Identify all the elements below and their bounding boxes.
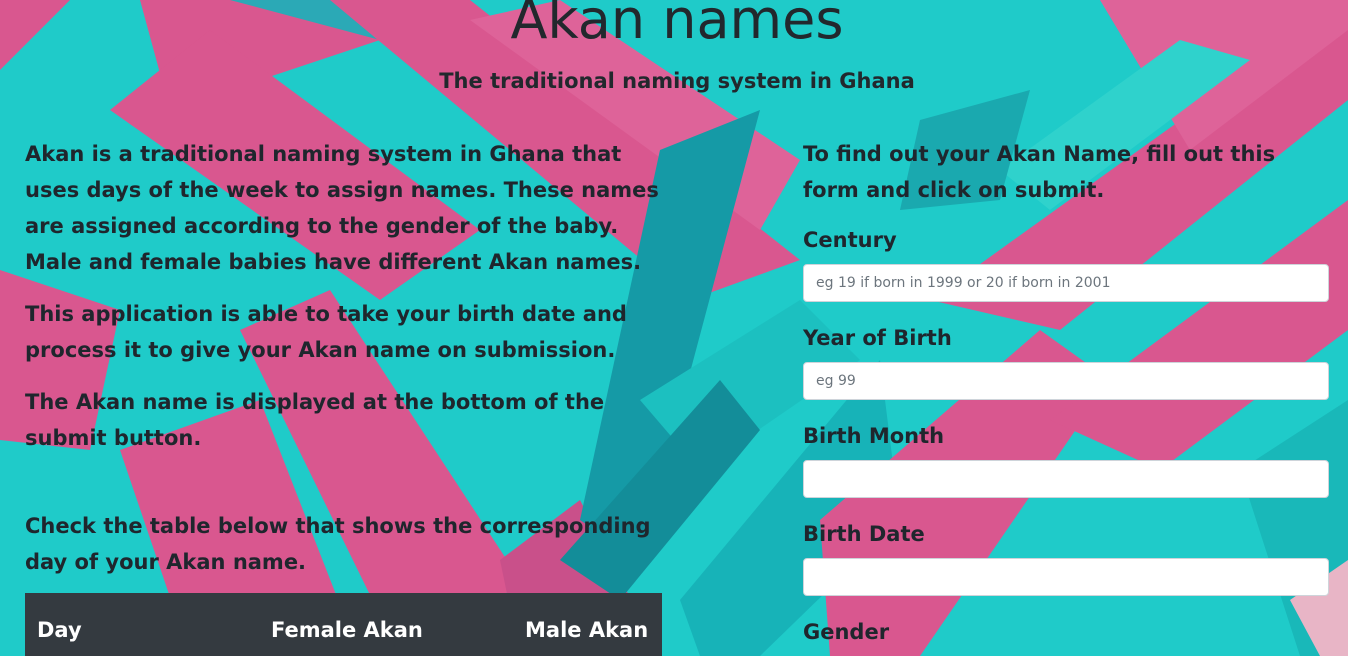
- gender-label: Gender: [803, 620, 890, 644]
- page-content: Akan names The traditional naming system…: [0, 0, 1348, 656]
- century-input[interactable]: [803, 264, 1329, 302]
- year-of-birth-input[interactable]: [803, 362, 1329, 400]
- birth-month-label: Birth Month: [803, 424, 945, 448]
- birth-date-input[interactable]: [803, 558, 1329, 596]
- table-header-row: Day Female Akan Male Akan: [25, 593, 662, 656]
- about-section: Akan is a traditional naming system in G…: [25, 136, 675, 596]
- birth-date-label: Birth Date: [803, 522, 925, 546]
- century-label: Century: [803, 228, 897, 252]
- column-header-male-akan: Male Akan: [525, 618, 649, 642]
- column-header-female-akan: Female Akan: [271, 618, 423, 642]
- page-subtitle: The traditional naming system in Ghana: [439, 69, 915, 93]
- form-intro: To find out your Akan Name, fill out thi…: [803, 142, 1276, 202]
- column-header-day: Day: [37, 618, 82, 642]
- page-title: Akan names: [510, 0, 844, 51]
- year-of-birth-label: Year of Birth: [803, 326, 952, 350]
- birth-month-input[interactable]: [803, 460, 1329, 498]
- akan-name-form: To find out your Akan Name, fill out thi…: [803, 136, 1329, 656]
- about-paragraph: Akan is a traditional naming system in G…: [25, 142, 659, 274]
- about-paragraph: This application is able to take your bi…: [25, 302, 627, 362]
- akan-names-table: Day Female Akan Male Akan: [25, 593, 662, 656]
- table-intro-text: Check the table below that shows the cor…: [25, 514, 651, 574]
- about-paragraph: The Akan name is displayed at the bottom…: [25, 390, 605, 450]
